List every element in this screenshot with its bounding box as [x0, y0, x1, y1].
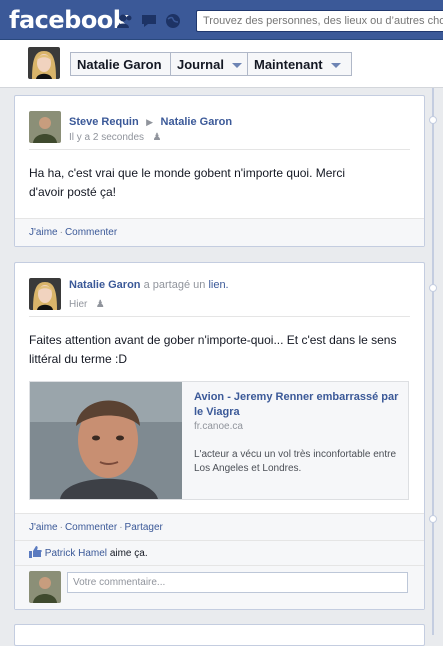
likes-text: aime ça. — [109, 548, 148, 559]
post-target[interactable]: Natalie Garon — [161, 116, 233, 128]
timeline-dot — [429, 116, 437, 124]
notifications-globe-icon[interactable] — [164, 13, 182, 29]
top-bar: facebook Trouvez des personnes, des lieu… — [0, 0, 443, 40]
timeline-dot — [429, 284, 437, 292]
post-card: Natalie Garon a partagé un lien. Hier ♟ … — [14, 262, 425, 610]
timeline-dot — [429, 515, 437, 523]
like-link[interactable]: J'aime — [29, 227, 58, 238]
maintenant-dropdown[interactable]: Maintenant — [247, 52, 352, 76]
timeline-nav-bar: Natalie Garon Journal Maintenant — [0, 40, 443, 88]
timeline-name-button[interactable]: Natalie Garon — [70, 52, 171, 76]
divider — [29, 149, 410, 150]
divider — [15, 565, 424, 566]
post-timestamp[interactable]: Il y a 2 secondes — [69, 132, 144, 143]
divider — [29, 316, 410, 317]
natalie-avatar[interactable] — [28, 47, 60, 79]
dot-separator: · — [59, 522, 63, 533]
post-card: Steve Requin ▶ Natalie Garon Il y a 2 se… — [14, 95, 425, 247]
link-domain: fr.canoe.ca — [194, 421, 243, 432]
link-description: L'acteur a vécu un vol très inconfortabl… — [194, 449, 397, 474]
timeline-line — [432, 88, 434, 635]
divider — [15, 540, 424, 541]
messages-icon[interactable] — [140, 13, 158, 29]
steve-avatar[interactable] — [29, 111, 61, 143]
post-actions: J'aime · Commenter — [15, 218, 424, 246]
post-timestamp[interactable]: Hier — [69, 299, 87, 310]
search-input[interactable]: Trouvez des personnes, des lieux ou d’au… — [196, 10, 443, 32]
journal-dropdown[interactable]: Journal — [170, 52, 248, 76]
share-link[interactable]: Partager — [125, 522, 163, 533]
journal-label: Journal — [177, 57, 224, 72]
shared-text: a partagé un — [143, 279, 206, 291]
chevron-down-icon — [330, 63, 341, 69]
comment-link[interactable]: Commenter — [65, 522, 117, 533]
post-card — [14, 624, 425, 646]
thumbs-up-icon — [29, 546, 42, 558]
chevron-down-icon — [231, 63, 242, 69]
post-actions: J'aime · Commenter · Partager Patrick Hamel … — [15, 513, 424, 609]
post-text: Ha ha, c'est vrai que le monde gobent n'… — [29, 166, 346, 199]
comment-input[interactable]: Votre commentaire... — [67, 572, 408, 593]
post-author[interactable]: Natalie Garon — [69, 279, 141, 291]
post-text: Faites attention avant de gober n'import… — [29, 333, 397, 366]
dot-separator: · — [119, 522, 123, 533]
friend-requests-icon[interactable] — [116, 13, 134, 29]
comment-link[interactable]: Commenter — [65, 227, 117, 238]
facebook-logo[interactable]: facebook — [9, 6, 129, 34]
liker-name[interactable]: Patrick Hamel — [45, 548, 107, 559]
link-thumbnail[interactable] — [30, 382, 182, 499]
arrow-right-icon: ▶ — [146, 117, 154, 127]
friends-privacy-icon[interactable]: ♟ — [96, 299, 105, 310]
shared-link[interactable]: lien. — [208, 279, 228, 291]
like-link[interactable]: J'aime — [29, 522, 58, 533]
maintenant-label: Maintenant — [254, 57, 323, 72]
dot-separator: · — [59, 227, 63, 238]
natalie-avatar[interactable] — [29, 278, 61, 310]
friends-privacy-icon[interactable]: ♟ — [153, 132, 162, 143]
current-user-avatar — [29, 571, 61, 603]
link-preview[interactable]: Avion - Jeremy Renner embarrassé par le … — [29, 381, 409, 500]
link-title[interactable]: Avion - Jeremy Renner embarrassé par le … — [194, 390, 399, 420]
